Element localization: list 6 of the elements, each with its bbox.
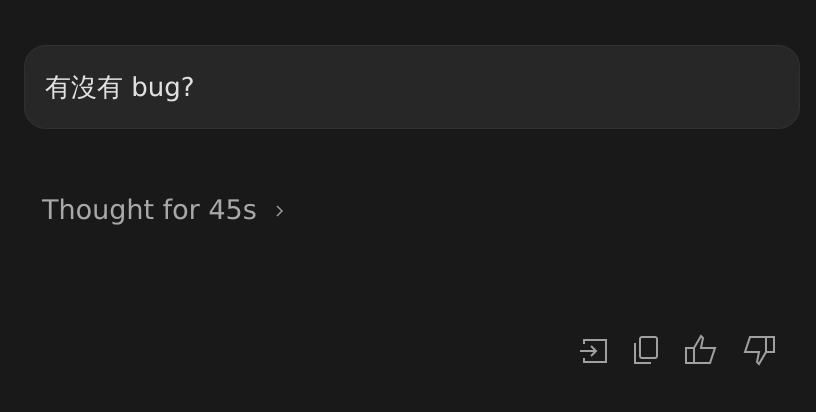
- message-text: 有沒有 bug?: [45, 72, 195, 104]
- thumbs-down-icon[interactable]: [742, 334, 776, 366]
- copy-icon[interactable]: [632, 335, 660, 365]
- chevron-icon: [274, 204, 285, 218]
- thumbs-up-icon[interactable]: [684, 334, 718, 366]
- thought-toggle[interactable]: Thought for 45s: [24, 195, 285, 226]
